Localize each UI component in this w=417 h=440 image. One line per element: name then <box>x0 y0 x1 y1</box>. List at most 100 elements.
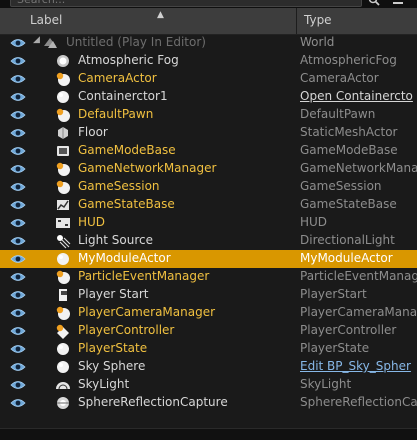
actor-row[interactable]: SkyLight SkyLight <box>0 376 417 394</box>
visibility-eye-icon[interactable] <box>10 271 26 283</box>
actor-type: GameStateBase <box>300 197 397 211</box>
actor-row[interactable]: PlayerController PlayerController <box>0 322 417 340</box>
search-bar <box>0 0 417 8</box>
actor-label: HUD <box>78 215 106 229</box>
actor-row[interactable]: Floor StaticMeshActor <box>0 124 417 142</box>
actor-row[interactable]: Containerctor1 Open Containercto <box>0 88 417 106</box>
blueprint-actor-icon <box>56 162 70 176</box>
visibility-eye-icon[interactable] <box>10 325 26 337</box>
actor-type-link[interactable]: Edit BP_Sky_Spher <box>300 359 417 373</box>
actor-label: Containerctor1 <box>78 89 168 103</box>
visibility-eye-icon[interactable] <box>10 145 26 157</box>
actor-row[interactable]: PlayerCameraManager PlayerCameraManag <box>0 304 417 322</box>
actor-type: SphereReflectionCap <box>300 395 417 409</box>
actor-type: DefaultPawn <box>300 107 376 121</box>
actor-row[interactable]: MyModuleActor MyModuleActor <box>0 250 417 268</box>
visibility-eye-icon[interactable] <box>10 37 26 49</box>
static-mesh-icon <box>58 127 68 139</box>
actor-label: MyModuleActor <box>78 251 171 265</box>
hud-icon <box>56 218 70 228</box>
actor-type: MyModuleActor <box>300 251 393 265</box>
player-start-icon <box>59 289 67 301</box>
visibility-eye-icon[interactable] <box>10 307 26 319</box>
column-header: Label ▲ Type <box>0 8 417 35</box>
visibility-eye-icon[interactable] <box>10 343 26 355</box>
search-input[interactable] <box>10 0 362 7</box>
actor-row[interactable]: Light Source DirectionalLight <box>0 232 417 250</box>
actor-row[interactable]: HUD HUD <box>0 214 417 232</box>
visibility-eye-icon[interactable] <box>10 361 26 373</box>
actor-row[interactable]: Player Start PlayerStart <box>0 286 417 304</box>
actor-type-link[interactable]: Open Containercto <box>300 89 417 103</box>
visibility-eye-icon[interactable] <box>10 127 26 139</box>
actor-label: PlayerState <box>78 341 148 355</box>
sky-light-icon <box>56 382 70 390</box>
sphere-icon <box>57 91 69 103</box>
visibility-eye-icon[interactable] <box>10 55 26 67</box>
sphere-icon <box>57 343 69 355</box>
actor-label: GameNetworkManager <box>78 161 217 175</box>
actor-label: CameraActor <box>78 71 157 85</box>
actor-row[interactable]: SphereReflectionCapture SphereReflectionC… <box>0 394 417 412</box>
directional-light-icon <box>57 235 71 249</box>
visibility-eye-icon[interactable] <box>10 91 26 103</box>
visibility-eye-icon[interactable] <box>10 253 26 265</box>
visibility-eye-icon[interactable] <box>10 199 26 211</box>
reflection-capture-icon <box>57 397 69 409</box>
actor-row[interactable]: Atmospheric Fog AtmosphericFog <box>0 52 417 70</box>
visibility-eye-icon[interactable] <box>10 289 26 301</box>
actor-type: GameSession <box>300 179 382 193</box>
actor-label: Player Start <box>78 287 149 301</box>
actor-label: GameSession <box>78 179 160 193</box>
actor-label: Atmospheric Fog <box>78 53 179 67</box>
blueprint-actor-icon <box>56 270 70 284</box>
visibility-eye-icon[interactable] <box>10 379 26 391</box>
actor-row[interactable]: GameSession GameSession <box>0 178 417 196</box>
world-row[interactable]: ◢ Untitled (Play In Editor) World <box>0 34 417 52</box>
actor-row[interactable]: DefaultPawn DefaultPawn <box>0 106 417 124</box>
actor-type: SkyLight <box>300 377 352 391</box>
visibility-eye-icon[interactable] <box>10 235 26 247</box>
actor-label: GameModeBase <box>78 143 176 157</box>
sphere-icon <box>57 253 69 265</box>
actor-row[interactable]: GameNetworkManager GameNetworkManag <box>0 160 417 178</box>
actor-label: GameStateBase <box>78 197 175 211</box>
actor-type: GameNetworkManag <box>300 161 417 175</box>
column-separator[interactable] <box>296 8 297 34</box>
type-column-header[interactable]: Type <box>304 13 332 27</box>
outliner-list: ◢ Untitled (Play In Editor) World Atmosp… <box>0 34 417 414</box>
actor-type: StaticMeshActor <box>300 125 398 139</box>
visibility-eye-icon[interactable] <box>10 73 26 85</box>
actor-label: PlayerController <box>78 323 175 337</box>
actor-label: Light Source <box>78 233 153 247</box>
sort-ascending-icon[interactable]: ▲ <box>157 10 164 20</box>
visibility-eye-icon[interactable] <box>10 163 26 175</box>
view-options-icon[interactable] <box>392 0 404 6</box>
actor-row[interactable]: CameraActor CameraActor <box>0 70 417 88</box>
game-state-icon <box>57 200 69 210</box>
actor-type: AtmosphericFog <box>300 53 397 67</box>
actor-label: SphereReflectionCapture <box>78 395 228 409</box>
actor-label: ParticleEventManager <box>78 269 210 283</box>
fog-icon <box>57 55 69 67</box>
blueprint-actor-icon <box>56 72 70 86</box>
visibility-eye-icon[interactable] <box>10 217 26 229</box>
actor-type: HUD <box>300 215 328 229</box>
actor-type: DirectionalLight <box>300 233 395 247</box>
actor-row[interactable]: GameStateBase GameStateBase <box>0 196 417 214</box>
visibility-eye-icon[interactable] <box>10 397 26 409</box>
actor-type: PlayerController <box>300 323 397 337</box>
actor-type: GameModeBase <box>300 143 398 157</box>
status-bar <box>0 428 417 440</box>
actor-row[interactable]: ParticleEventManager ParticleEventManag <box>0 268 417 286</box>
label-column-header[interactable]: Label <box>30 13 62 27</box>
actor-row[interactable]: Sky Sphere Edit BP_Sky_Spher <box>0 358 417 376</box>
actor-row[interactable]: PlayerState PlayerState <box>0 340 417 358</box>
search-icon[interactable] <box>368 0 380 6</box>
visibility-eye-icon[interactable] <box>10 181 26 193</box>
collapse-arrow-icon[interactable]: ◢ <box>33 35 40 45</box>
visibility-eye-icon[interactable] <box>10 109 26 121</box>
sphere-icon <box>57 361 69 373</box>
actor-label: DefaultPawn <box>78 107 154 121</box>
actor-row[interactable]: GameModeBase GameModeBase <box>0 142 417 160</box>
